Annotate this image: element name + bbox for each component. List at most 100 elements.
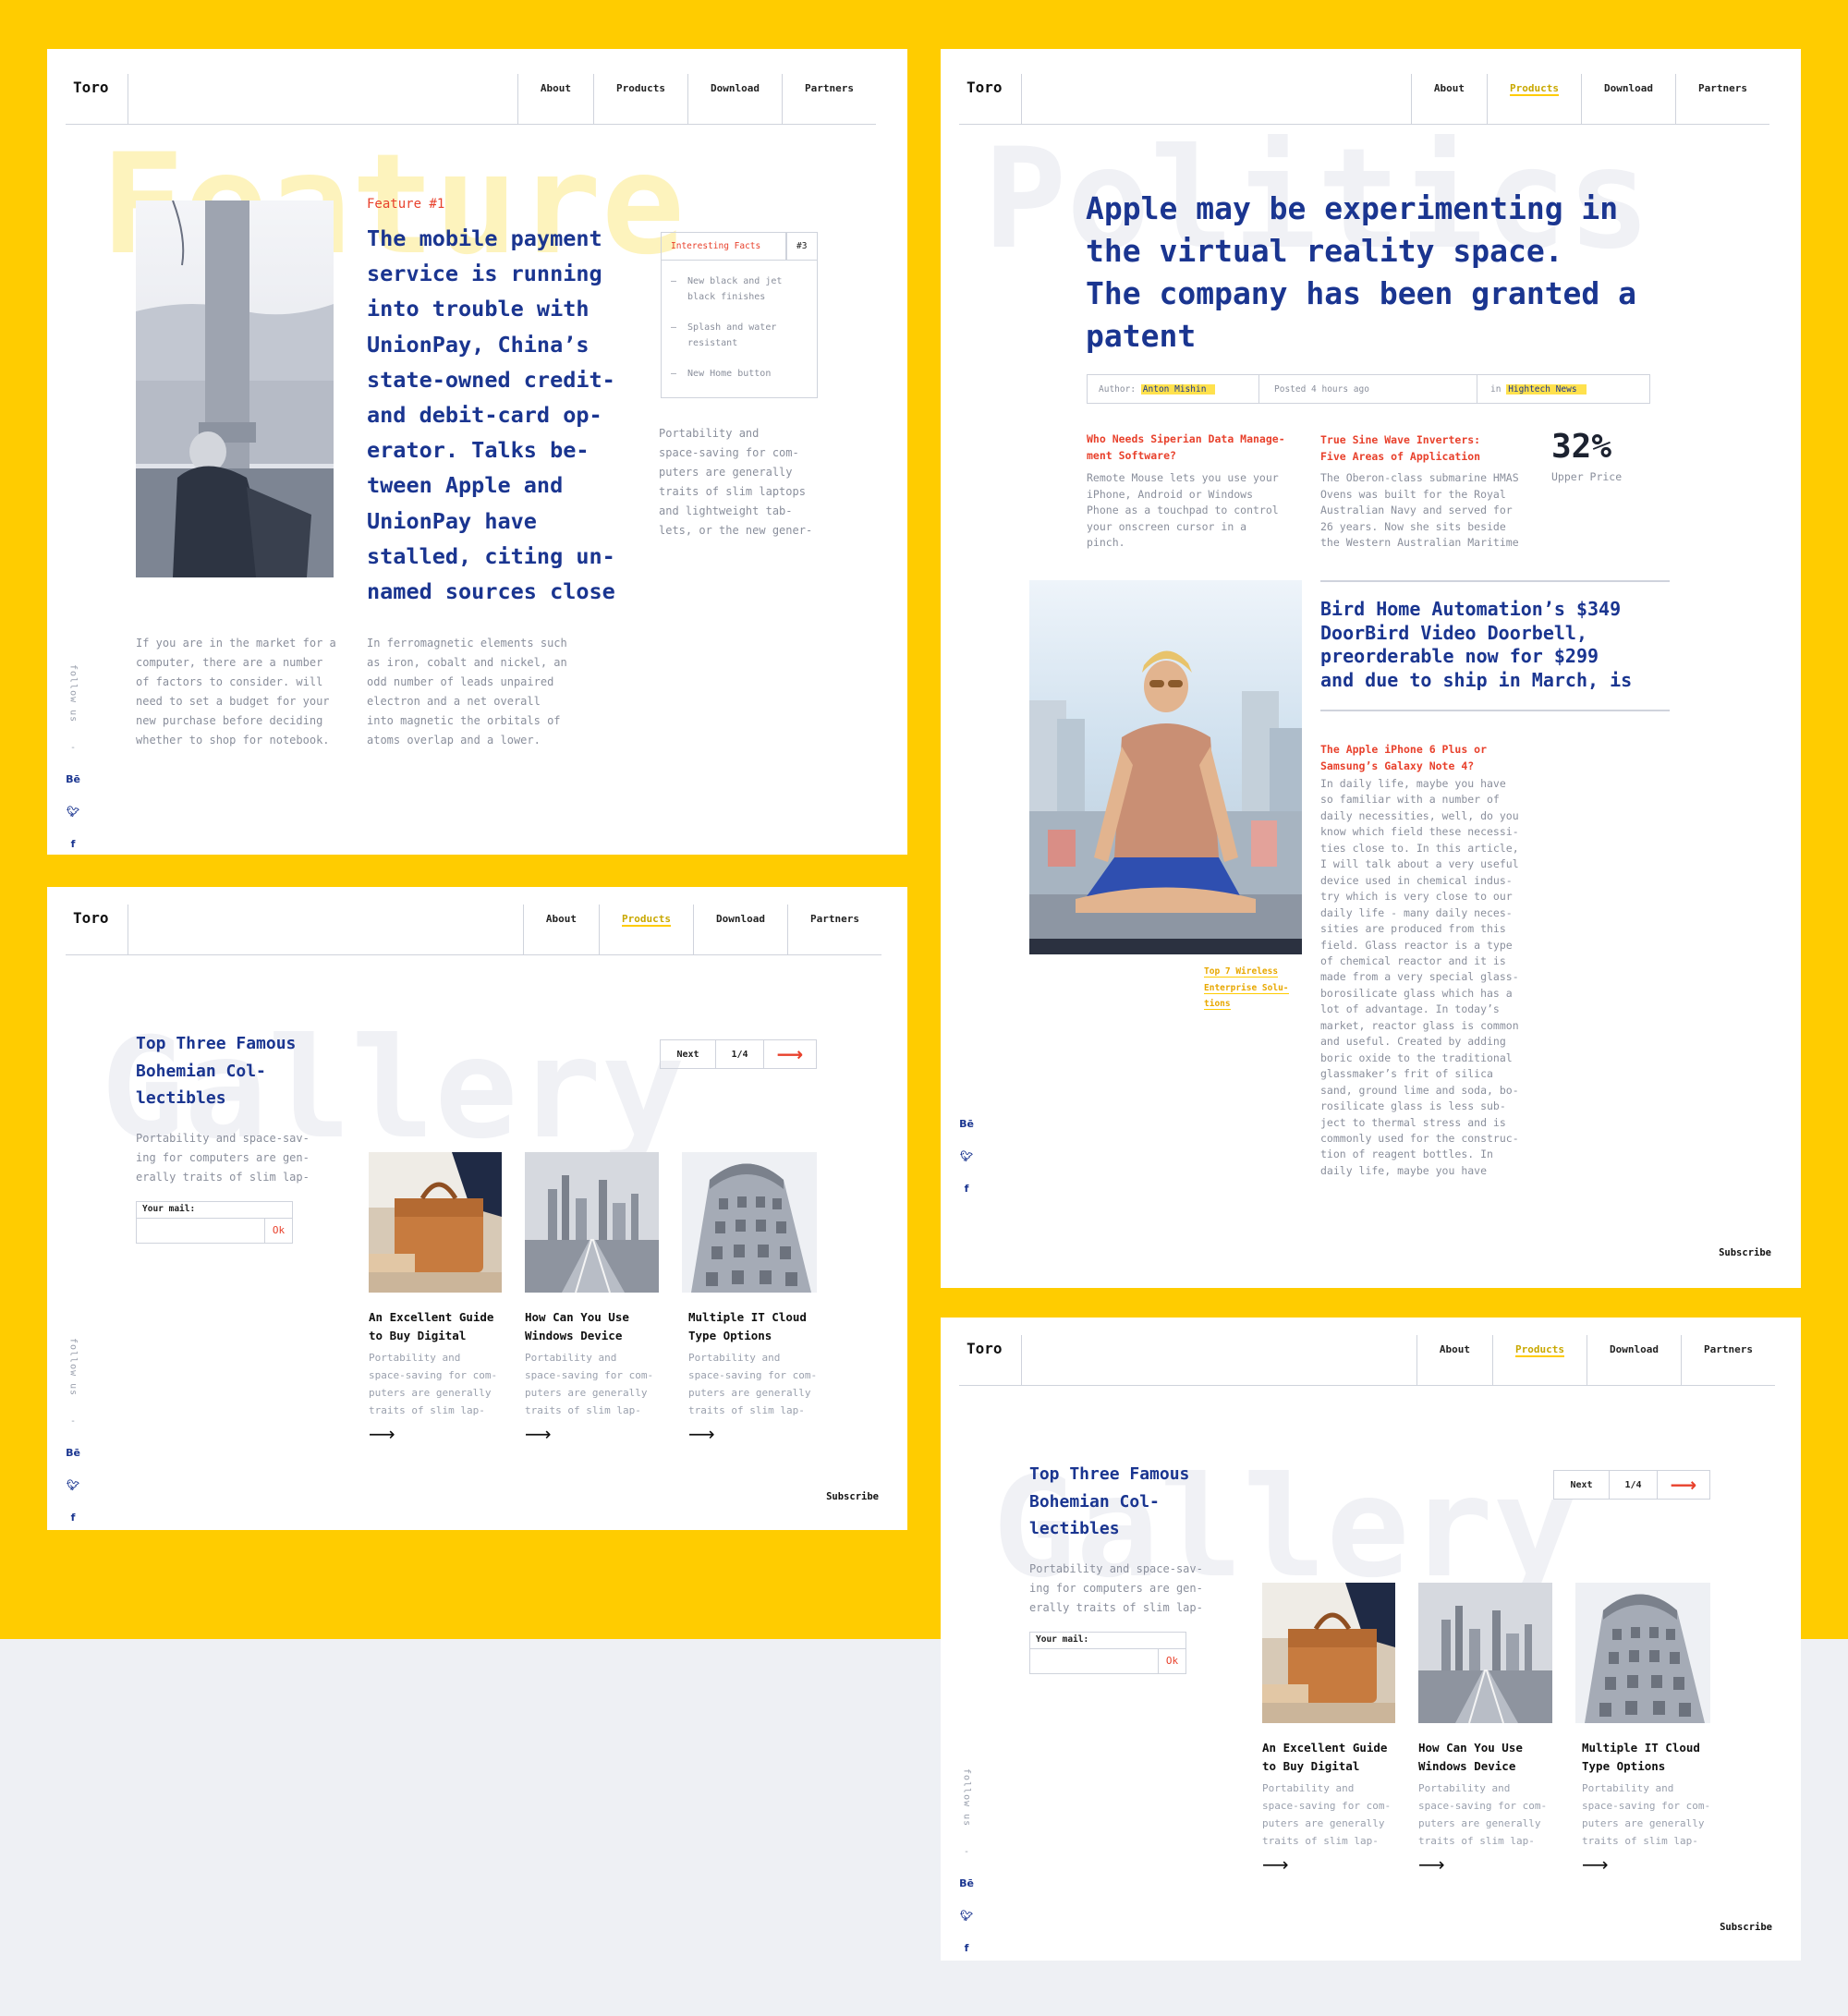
card-2-title[interactable]: How Can You Use Windows Device [525,1308,663,1345]
nav-products[interactable]: Products [599,905,693,955]
article-2-title[interactable]: True Sine Wave Inverters: Five Areas of A… [1320,431,1480,465]
facts-list: — New black and jet black finishes — Splash… [671,276,783,379]
nav-about[interactable]: About [1416,1335,1492,1386]
subscribe-link[interactable]: Subscribe [1719,1247,1771,1258]
card-3-arrow-icon[interactable]: ⟶ [1582,1853,1720,1876]
facebook-icon[interactable]: f [965,1183,969,1195]
twitter-icon[interactable]: 🐦︎ [67,1479,79,1491]
ok-button[interactable]: Ok [264,1218,292,1243]
social-links: Bē 🐦︎ f [957,1118,976,1195]
nav-download[interactable]: Download [693,905,787,955]
card-image-city[interactable] [525,1152,659,1293]
nav-partners[interactable]: Partners [782,74,876,125]
nav-menu: About Products Download Partners [1416,1335,1775,1386]
nav-about[interactable]: About [1410,74,1487,125]
behance-icon[interactable]: Bē [959,1877,974,1889]
facebook-icon[interactable]: f [71,838,76,850]
card-3: Multiple IT Cloud Type Options Portabilit… [688,1308,827,1445]
follow-us: follow us - Bē 🐦︎ f [66,1338,80,1524]
photo-caption-link[interactable]: Top 7 Wireless Enterprise Solu- tions [1204,964,1289,1013]
top-nav: Toro About Products Download Partners [959,1335,1775,1386]
card-image-building[interactable] [1575,1583,1710,1723]
card-3-title[interactable]: Multiple IT Cloud Type Options [1582,1739,1720,1776]
article-1-title[interactable]: Who Needs Siperian Data Manage-ment Soft… [1087,431,1285,464]
nav-download[interactable]: Download [1587,1335,1681,1386]
nav-download[interactable]: Download [687,74,782,125]
body-column-2: In ferromagnetic elements such as iron, c… [367,637,567,747]
nav-partners[interactable]: Partners [1681,1335,1775,1386]
twitter-icon[interactable]: 🐦︎ [67,806,79,818]
card-2: How Can You Use Windows Device Portabilit… [1418,1739,1557,1876]
logo[interactable]: Toro [959,1335,1022,1386]
nav-products[interactable]: Products [1487,74,1581,125]
next-arrow-icon[interactable]: ⟶ [1658,1471,1709,1499]
card-2-arrow-icon[interactable]: ⟶ [1418,1853,1557,1876]
nav-products[interactable]: Products [593,74,687,125]
politics-page-mockup: Politics Toro About Products Download Pa… [941,49,1801,1288]
nav-download[interactable]: Download [1581,74,1675,125]
article-photo [1029,580,1302,954]
article-3-text: In daily life, maybe you have so familiar… [1320,777,1519,1177]
subscribe-link[interactable]: Subscribe [826,1491,879,1502]
follow-us-label: follow us [67,1338,79,1397]
article-meta: Author: Anton Mishin Posted 4 hours ago … [1087,374,1650,404]
facebook-icon[interactable]: f [965,1942,969,1954]
nav-partners[interactable]: Partners [1675,74,1769,125]
nav-partners[interactable]: Partners [787,905,881,955]
author-name[interactable]: Anton Mishin [1140,383,1216,395]
card-1-arrow-icon[interactable]: ⟶ [369,1423,507,1445]
next-button[interactable]: Next [661,1040,716,1068]
card-3: Multiple IT Cloud Type Options Portabilit… [1582,1739,1720,1876]
logo[interactable]: Toro [959,74,1022,125]
card-1-title[interactable]: An Excellent Guide to Buy Digital [1262,1739,1401,1776]
card-3-text: Portability and space-saving for com-pute… [688,1352,818,1416]
side-text: Portability and space-saving for com-pute… [659,427,813,537]
card-2-arrow-icon[interactable]: ⟶ [525,1423,663,1445]
card-2: How Can You Use Windows Device Portabilit… [525,1308,663,1445]
gallery-page-mockup: Gallery Toro About Products Download Par… [47,887,907,1530]
card-image-bag[interactable] [369,1152,502,1293]
behance-icon[interactable]: Bē [66,1447,80,1459]
logo[interactable]: Toro [66,905,128,955]
card-3-arrow-icon[interactable]: ⟶ [688,1423,827,1445]
nav-menu: About Products Download Partners [522,905,881,955]
top-nav: Toro About Products Download Partners [66,74,876,125]
follow-us: follow us - Bē 🐦︎ f [959,1768,974,1955]
nav-about[interactable]: About [522,905,599,955]
card-2-title[interactable]: How Can You Use Windows Device [1418,1739,1557,1776]
card-3-title[interactable]: Multiple IT Cloud Type Options [688,1308,827,1345]
behance-icon[interactable]: Bē [66,773,80,785]
article-3-title[interactable]: The Apple iPhone 6 Plus or Samsung’s Gala… [1320,741,1487,774]
gallery-title: Top Three Famous Bohemian Col-lectibles [136,1034,297,1108]
card-1-arrow-icon[interactable]: ⟶ [1262,1853,1401,1876]
nav-menu: About Products Download Partners [517,74,876,125]
stat-label: Upper Price [1551,470,1623,483]
big-article-title[interactable]: Bird Home Automation’s $349 DoorBird Vide… [1320,598,1632,692]
nav-products[interactable]: Products [1492,1335,1587,1386]
card-image-city[interactable] [1418,1583,1552,1723]
gallery-page-mockup-2: Gallery Toro About Products Download Par… [941,1318,1801,1961]
logo[interactable]: Toro [66,74,128,125]
subscribe-link[interactable]: Subscribe [1720,1922,1772,1933]
gallery-title: Top Three Famous Bohemian Col-lectibles [1029,1464,1190,1538]
card-1-title[interactable]: An Excellent Guide to Buy Digital [369,1308,507,1345]
card-image-bag[interactable] [1262,1583,1395,1723]
article-2-text: The Oberon-class submarine HMAS Ovens was… [1320,471,1519,549]
next-arrow-icon[interactable]: ⟶ [764,1040,816,1068]
pager: Next 1/4 ⟶ [1553,1470,1710,1500]
card-image-building[interactable] [682,1152,817,1293]
category-tag[interactable]: Hightech News [1506,383,1587,395]
facebook-icon[interactable]: f [71,1512,76,1524]
nav-about[interactable]: About [517,74,593,125]
twitter-icon[interactable]: 🐦︎ [960,1910,973,1922]
twitter-icon[interactable]: 🐦︎ [960,1150,973,1162]
feature-photo [136,200,334,577]
ok-button[interactable]: Ok [1158,1648,1185,1673]
page-indicator: 1/4 [1610,1471,1658,1499]
interesting-facts-box: Interesting Facts #3 — New black and jet b… [661,232,818,398]
pager: Next 1/4 ⟶ [660,1039,817,1069]
behance-icon[interactable]: Bē [959,1118,974,1130]
page-indicator: 1/4 [716,1040,764,1068]
gallery-text: Portability and space-sav-ing for comput… [136,1132,310,1184]
next-button[interactable]: Next [1554,1471,1610,1499]
